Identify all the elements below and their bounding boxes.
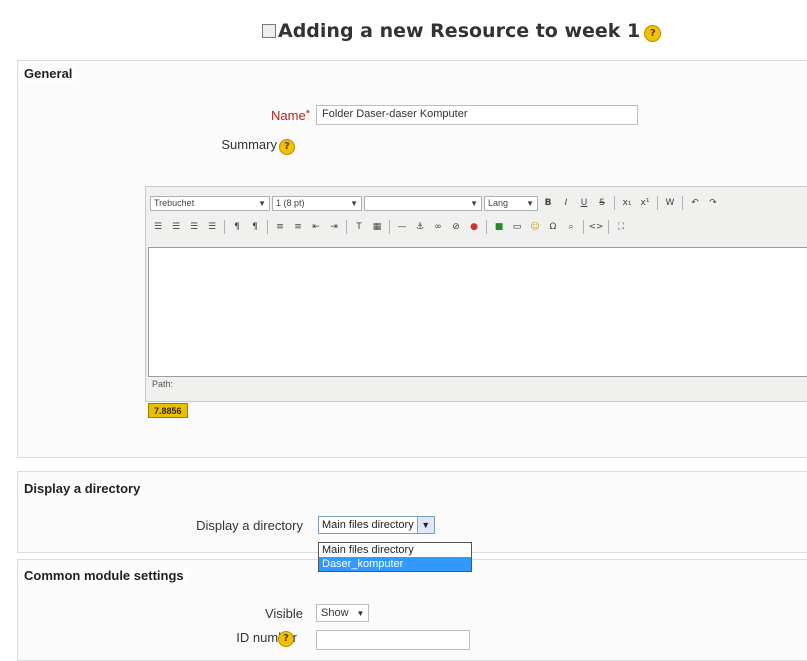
nolink-icon[interactable]: ●	[466, 219, 482, 235]
name-label: Name*	[271, 108, 310, 123]
ltr-icon[interactable]: ¶	[229, 219, 245, 235]
font-size-select[interactable]: 1 (8 pt) ▼	[272, 195, 362, 211]
smiley-icon[interactable]: ☺	[527, 219, 543, 235]
underline-icon[interactable]: U	[576, 195, 592, 211]
common-legend: Common module settings	[20, 568, 188, 583]
anchor-icon[interactable]: ⚓	[412, 219, 428, 235]
resource-icon	[262, 24, 276, 38]
align-center-icon[interactable]: ☰	[168, 219, 184, 235]
justify-icon[interactable]: ☰	[204, 219, 220, 235]
general-legend: General	[20, 66, 77, 81]
subscript-icon[interactable]: x₁	[619, 195, 635, 211]
unlink-icon[interactable]: ⊘	[448, 219, 464, 235]
align-left-icon[interactable]: ☰	[150, 219, 166, 235]
text-color-icon[interactable]: T	[351, 219, 367, 235]
background-color-icon[interactable]: ▦	[369, 219, 385, 235]
outdent-icon[interactable]: ⇤	[308, 219, 324, 235]
strikethrough-icon[interactable]: S	[594, 195, 610, 211]
fullscreen-icon[interactable]: ⛶	[613, 219, 629, 235]
chevron-down-icon[interactable]: ▼	[416, 517, 434, 533]
html-source-icon[interactable]: <>	[588, 219, 604, 235]
page-title: Adding a new Resource to week 1 ?	[262, 20, 662, 42]
html-editor: Trebuchet ▼ 1 (8 pt) ▼ ▼ Lang ▼ B I U S x₁ …	[145, 186, 807, 402]
summary-label: Summary	[221, 137, 277, 152]
unordered-list-icon[interactable]: ≡	[290, 219, 306, 235]
directory-select-value: Main files directory	[322, 519, 414, 531]
italic-icon[interactable]: I	[558, 195, 574, 211]
editor-toolbar-row-1: Trebuchet ▼ 1 (8 pt) ▼ ▼ Lang ▼ B I U S x₁ …	[150, 193, 807, 213]
directory-option[interactable]: Main files directory	[319, 543, 471, 557]
lang-select[interactable]: Lang ▼	[484, 195, 538, 211]
directory-option[interactable]: Daser_komputer	[319, 557, 471, 571]
page-title-text: Adding a new Resource to week 1	[278, 20, 641, 42]
ordered-list-icon[interactable]: ≡	[272, 219, 288, 235]
search-replace-icon[interactable]: ⌕	[563, 219, 579, 235]
format-select[interactable]: ▼	[364, 195, 482, 211]
display-legend: Display a directory	[20, 481, 145, 496]
bold-icon[interactable]: B	[540, 195, 556, 211]
link-icon[interactable]: ∞	[430, 219, 446, 235]
summary-help-icon[interactable]: ?	[279, 139, 295, 155]
rtl-icon[interactable]: ¶	[247, 219, 263, 235]
help-badge[interactable]: 7.8856	[148, 403, 188, 418]
editor-path-bar: Path:	[152, 379, 174, 389]
special-char-icon[interactable]: Ω	[545, 219, 561, 235]
font-family-select[interactable]: Trebuchet ▼	[150, 195, 270, 211]
insert-table-icon[interactable]: ▭	[509, 219, 525, 235]
visible-label: Visible	[264, 606, 303, 621]
name-input[interactable]: Folder Daser-daser Komputer	[316, 105, 638, 125]
idnumber-help-icon[interactable]: ?	[278, 631, 294, 647]
redo-icon[interactable]: ↷	[705, 195, 721, 211]
visible-select-value: Show	[321, 607, 349, 619]
help-icon[interactable]: ?	[644, 25, 662, 42]
align-right-icon[interactable]: ☰	[186, 219, 202, 235]
insert-image-icon[interactable]: ■	[491, 219, 507, 235]
undo-icon[interactable]: ↶	[687, 195, 703, 211]
indent-icon[interactable]: ⇥	[326, 219, 342, 235]
display-directory-label: Display a directory	[196, 518, 303, 533]
chevron-down-icon: ▼	[356, 608, 365, 618]
idnumber-input[interactable]	[316, 630, 470, 650]
visible-select[interactable]: Show ▼	[316, 604, 370, 622]
directory-select[interactable]: Main files directory ▼	[318, 516, 435, 534]
required-marker: *	[305, 108, 310, 120]
directory-dropdown-list: Main files directory Daser_komputer	[318, 542, 472, 572]
horizontal-rule-icon[interactable]: —	[394, 219, 410, 235]
clean-word-icon[interactable]: W	[662, 195, 678, 211]
editor-toolbar-row-2: ☰ ☰ ☰ ☰ ¶ ¶ ≡ ≡ ⇤ ⇥ T ▦ — ⚓ ∞ ⊘ ● ■ ▭ ☺ …	[150, 217, 807, 237]
superscript-icon[interactable]: x¹	[637, 195, 653, 211]
editor-content-area[interactable]	[148, 247, 807, 377]
